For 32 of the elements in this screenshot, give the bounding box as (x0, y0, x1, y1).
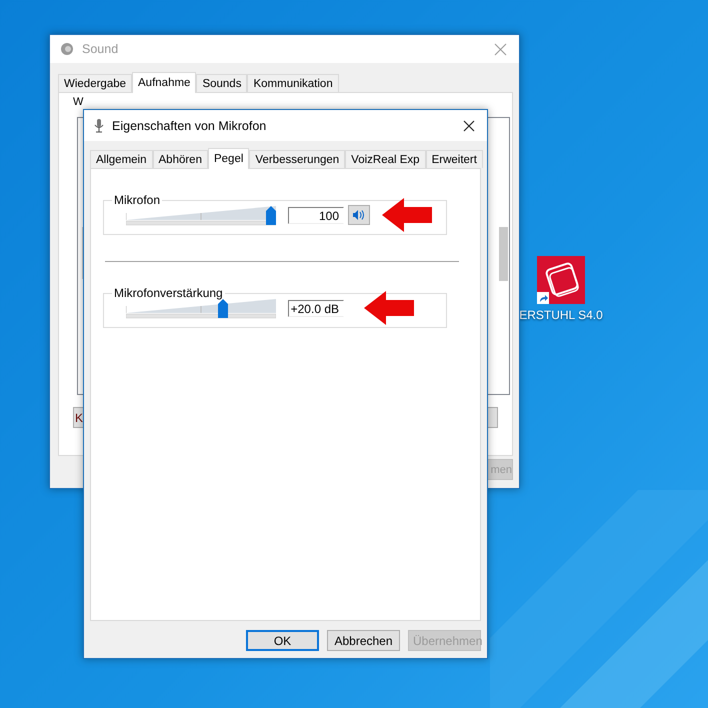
slider-thumb[interactable] (218, 299, 228, 318)
speaker-button[interactable] (348, 205, 370, 225)
tab[interactable]: Pegel (208, 148, 250, 169)
pointer-arrow (364, 291, 414, 325)
dialog-button[interactable]: OK (246, 630, 319, 651)
speaker-icon (352, 209, 366, 221)
tab[interactable]: Abhören (152, 150, 208, 168)
dialog-button[interactable]: Abbrechen (327, 630, 400, 651)
shortcut-arrow-icon (537, 292, 549, 304)
group-label: Mikrofon (113, 193, 162, 207)
app-icon[interactable] (537, 256, 585, 304)
scrollbar[interactable] (499, 227, 508, 281)
tab[interactable]: Allgemein (90, 150, 152, 168)
tab[interactable]: VoizReal Exp (345, 150, 426, 168)
value-field[interactable]: +20.0 dB (288, 300, 344, 316)
value-field[interactable]: 100 (288, 206, 344, 224)
window-title: Eigenschaften von Mikrofon (112, 118, 268, 132)
microphone-icon (94, 118, 104, 134)
tab[interactable]: Sounds (196, 74, 248, 92)
instruction-text: W (73, 96, 84, 108)
tab[interactable]: Erweitert (426, 150, 483, 168)
tab[interactable]: Wiedergabe (58, 74, 132, 92)
tab[interactable]: Verbesserungen (249, 150, 346, 168)
window-title: Sound (82, 42, 120, 56)
close-icon[interactable] (463, 120, 475, 132)
pointer-arrow (382, 198, 432, 232)
group-label: Mikrofonverstärkung (113, 286, 224, 300)
speaker-icon (60, 42, 74, 56)
slider-thumb[interactable] (266, 206, 276, 225)
tab[interactable]: Kommunikation (247, 74, 339, 92)
tab[interactable]: Aufnahme (132, 72, 196, 93)
slider[interactable] (126, 204, 276, 226)
